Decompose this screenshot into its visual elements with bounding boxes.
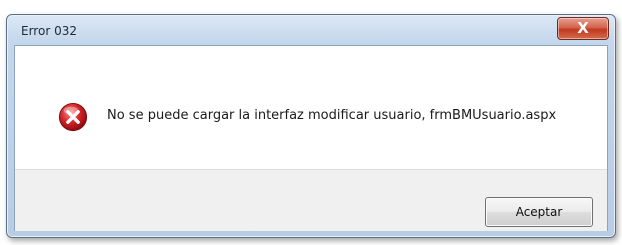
error-dialog-window: Error 032 X No se puede cargar la interf… — [6, 14, 616, 238]
accept-button[interactable]: Aceptar — [485, 197, 593, 227]
close-icon: X — [577, 19, 589, 37]
dialog-footer: Aceptar — [15, 169, 607, 231]
dialog-content: No se puede cargar la interfaz modificar… — [15, 46, 607, 169]
dialog-client-area: No se puede cargar la interfaz modificar… — [14, 45, 608, 231]
error-icon — [58, 102, 88, 132]
close-button[interactable]: X — [557, 17, 609, 40]
window-title: Error 032 — [21, 24, 77, 38]
error-message: No se puede cargar la interfaz modificar… — [107, 108, 557, 123]
title-bar[interactable]: Error 032 X — [7, 15, 615, 45]
